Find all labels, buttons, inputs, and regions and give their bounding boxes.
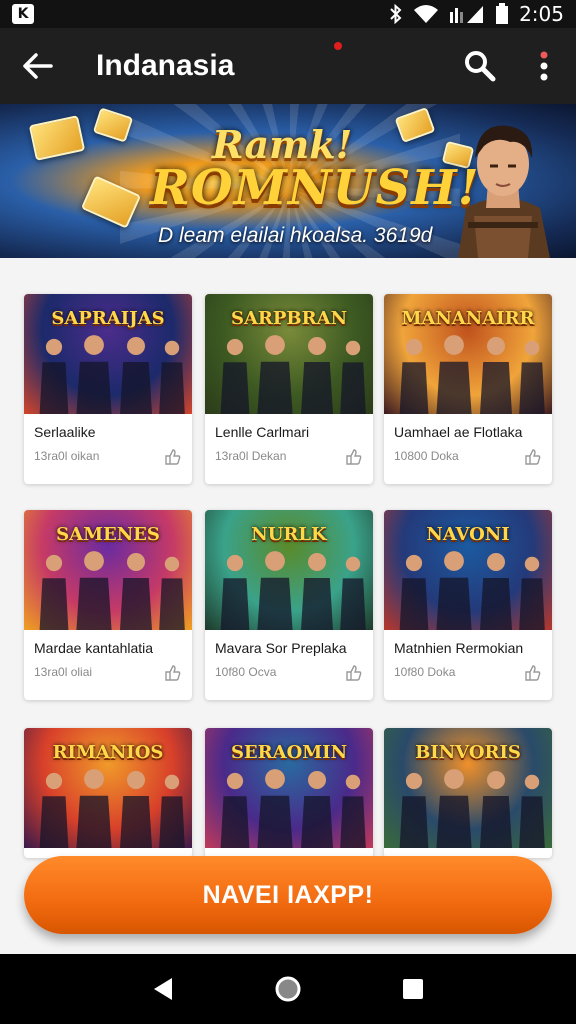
more-vertical-icon <box>540 51 548 81</box>
notification-dot <box>334 42 342 50</box>
banner-card-decoration <box>28 115 86 161</box>
recents-square-icon <box>403 979 424 999</box>
game-card-art: RIMANIOS <box>24 728 192 848</box>
game-card[interactable]: SERAOMIN <box>205 728 373 858</box>
back-button[interactable] <box>0 28 76 104</box>
search-button[interactable] <box>448 28 512 104</box>
signal-icon <box>450 6 484 23</box>
thumbs-up-icon[interactable] <box>345 664 363 682</box>
game-card[interactable]: NURLK Mavara Sor Preplaka 10f80 Ocva <box>205 510 373 700</box>
notification-app-icon: K <box>12 4 34 24</box>
game-card-art: MANANAIRR <box>384 294 552 414</box>
back-triangle-icon <box>153 978 172 1000</box>
game-card-title: Mardae kantahlatia <box>34 640 154 656</box>
game-card-art: SAMENES <box>24 510 192 630</box>
status-time: 2:05 <box>519 2 564 26</box>
game-card[interactable]: BINVORIS <box>384 728 552 858</box>
home-circle-icon <box>275 976 301 1002</box>
game-card[interactable]: SAMENES Mardae kantahlatia 13ra0l oliai <box>24 510 192 700</box>
game-art-logo: SAPRAIJAS <box>51 308 165 329</box>
game-art-logo: NURLK <box>251 524 327 545</box>
game-card-art: SAPRAIJAS <box>24 294 192 414</box>
game-art-logo: SAMENES <box>56 524 160 545</box>
game-card-art: SERAOMIN <box>205 728 373 848</box>
game-art-logo: SERAOMIN <box>230 742 348 763</box>
game-card-art: BINVORIS <box>384 728 552 848</box>
game-card[interactable]: RIMANIOS <box>24 728 192 858</box>
game-card[interactable]: NAVONI Matnhien Rermokian 10f80 Doka <box>384 510 552 700</box>
hero-character-illustration <box>458 125 550 258</box>
play-now-button[interactable]: NAVEI IAXPP! <box>24 856 552 934</box>
game-art-logo: BINVORIS <box>415 742 521 763</box>
more-options-button[interactable] <box>512 28 576 104</box>
thumbs-up-icon[interactable] <box>524 448 542 466</box>
game-card-subtitle: 13ra0l oikan <box>34 449 100 463</box>
bluetooth-icon <box>390 4 402 24</box>
system-navigation-bar <box>0 954 576 1024</box>
status-bar: K 2:05 <box>0 0 576 28</box>
nav-home-button[interactable] <box>268 969 308 1009</box>
game-art-logo: SARPBRAN <box>230 308 348 329</box>
game-art-logo: NAVONI <box>426 524 510 545</box>
nav-back-button[interactable] <box>143 969 183 1009</box>
game-card-subtitle: 10f80 Ocva <box>215 665 277 679</box>
game-card[interactable]: SARPBRAN Lenlle Carlmari 13ra0l Dekan <box>205 294 373 484</box>
app-bar: Indanasia <box>0 28 576 104</box>
game-card-title: Uamhael ae Flotlaka <box>394 424 523 440</box>
game-card-art: SARPBRAN <box>205 294 373 414</box>
game-card-subtitle: 10f80 Doka <box>394 665 456 679</box>
game-card-title: Serlaalike <box>34 424 96 440</box>
nav-recents-button[interactable] <box>393 969 433 1009</box>
battery-icon <box>496 3 509 24</box>
arrow-left-icon <box>23 53 53 79</box>
thumbs-up-icon[interactable] <box>164 448 182 466</box>
wifi-icon <box>414 5 439 23</box>
game-art-logo: MANANAIRR <box>401 308 535 329</box>
page-title: Indanasia <box>96 49 235 82</box>
game-card-title: Mavara Sor Preplaka <box>215 640 347 656</box>
game-card-title: Lenlle Carlmari <box>215 424 310 440</box>
game-card-art: NAVONI <box>384 510 552 630</box>
banner-title-line2: ROMNUSH! <box>150 160 480 216</box>
game-card[interactable]: SAPRAIJAS Serlaalike 13ra0l oikan <box>24 294 192 484</box>
thumbs-up-icon[interactable] <box>164 664 182 682</box>
game-card-subtitle: 13ra0l Dekan <box>215 449 287 463</box>
search-icon <box>465 51 496 82</box>
game-card-art: NURLK <box>205 510 373 630</box>
thumbs-up-icon[interactable] <box>524 664 542 682</box>
thumbs-up-icon[interactable] <box>345 448 363 466</box>
banner-tagline: D leam elailai hkoalsa. 3619d <box>158 224 433 247</box>
game-card[interactable]: MANANAIRR Uamhael ae Flotlaka 10800 Doka <box>384 294 552 484</box>
game-card-title: Matnhien Rermokian <box>394 640 524 656</box>
game-card-subtitle: 13ra0l oliai <box>34 665 93 679</box>
promo-banner[interactable]: Ramk! ROMNUSH! D leam elailai hkoalsa. 3… <box>0 104 576 258</box>
game-card-subtitle: 10800 Doka <box>394 449 459 463</box>
game-art-logo: RIMANIOS <box>52 742 164 763</box>
